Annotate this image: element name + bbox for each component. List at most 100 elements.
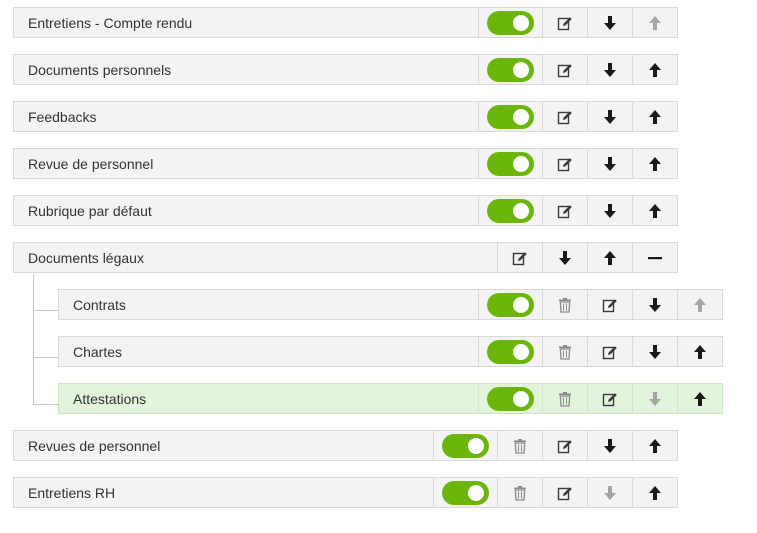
edit-button[interactable]: [587, 337, 632, 366]
arrow-down-icon: [648, 344, 662, 360]
arrow-up-icon: [648, 203, 662, 219]
move-up-button[interactable]: [632, 8, 677, 37]
enabled-toggle[interactable]: [487, 292, 534, 317]
arrow-down-icon: [603, 438, 617, 454]
edit-icon: [557, 485, 573, 501]
edit-button[interactable]: [542, 8, 587, 37]
arrow-up-icon: [648, 15, 662, 31]
edit-button[interactable]: [587, 384, 632, 413]
category-row-chartes: Chartes: [58, 336, 723, 367]
edit-icon: [557, 15, 573, 31]
move-up-button[interactable]: [632, 196, 677, 225]
edit-button[interactable]: [542, 196, 587, 225]
move-down-button[interactable]: [632, 384, 677, 413]
enabled-toggle[interactable]: [487, 10, 534, 35]
trash-icon: [558, 344, 572, 360]
edit-button[interactable]: [542, 149, 587, 178]
arrow-up-icon: [648, 109, 662, 125]
move-down-button[interactable]: [587, 149, 632, 178]
move-up-button[interactable]: [587, 243, 632, 272]
edit-button[interactable]: [497, 243, 542, 272]
category-row-revues-de-personnel: Revues de personnel: [13, 430, 678, 461]
move-down-button[interactable]: [587, 431, 632, 460]
move-down-button[interactable]: [632, 290, 677, 319]
tree-connector-chartes: [33, 357, 58, 358]
delete-button[interactable]: [542, 337, 587, 366]
category-row-documents-legaux: Documents légaux: [13, 242, 678, 273]
enabled-toggle[interactable]: [487, 57, 534, 82]
arrow-up-icon: [693, 344, 707, 360]
move-down-button[interactable]: [587, 55, 632, 84]
arrow-down-icon: [603, 62, 617, 78]
enabled-toggle[interactable]: [487, 339, 534, 364]
tree-connector-vertical: [33, 274, 34, 404]
move-up-button[interactable]: [677, 290, 722, 319]
category-row-attestations: Attestations: [58, 383, 723, 414]
tree-connector-contrats: [33, 310, 58, 311]
edit-button[interactable]: [542, 431, 587, 460]
edit-icon: [512, 250, 528, 266]
arrow-down-icon: [603, 156, 617, 172]
move-up-button[interactable]: [677, 384, 722, 413]
edit-button[interactable]: [542, 102, 587, 131]
arrow-down-icon: [603, 485, 617, 501]
tree-connector-attestations: [33, 404, 58, 405]
category-row-revue-de-personnel: Revue de personnel: [13, 148, 678, 179]
edit-button[interactable]: [542, 478, 587, 507]
move-up-button[interactable]: [632, 149, 677, 178]
arrow-up-icon: [648, 62, 662, 78]
delete-button[interactable]: [497, 478, 542, 507]
enabled-toggle[interactable]: [442, 433, 489, 458]
enabled-toggle[interactable]: [487, 386, 534, 411]
enabled-toggle[interactable]: [487, 104, 534, 129]
collapse-button[interactable]: [632, 243, 677, 272]
arrow-down-icon: [603, 203, 617, 219]
edit-icon: [602, 297, 618, 313]
arrow-down-icon: [648, 391, 662, 407]
category-row-rubrique-par-defaut: Rubrique par défaut: [13, 195, 678, 226]
arrow-up-icon: [648, 156, 662, 172]
category-label: Chartes: [73, 343, 123, 360]
move-down-button[interactable]: [587, 478, 632, 507]
move-up-button[interactable]: [632, 478, 677, 507]
arrow-down-icon: [648, 297, 662, 313]
edit-icon: [557, 156, 573, 172]
category-row-entretiens-rh: Entretiens RH: [13, 477, 678, 508]
category-label: Entretiens - Compte rendu: [28, 14, 193, 31]
arrow-up-icon: [648, 485, 662, 501]
category-label: Revue de personnel: [28, 155, 154, 172]
trash-icon: [558, 297, 572, 313]
delete-button[interactable]: [497, 431, 542, 460]
move-down-button[interactable]: [587, 8, 632, 37]
trash-icon: [513, 485, 527, 501]
category-label: Revues de personnel: [28, 437, 161, 454]
edit-icon: [557, 109, 573, 125]
move-up-button[interactable]: [632, 55, 677, 84]
move-up-button[interactable]: [677, 337, 722, 366]
category-label: Feedbacks: [28, 108, 97, 125]
edit-button[interactable]: [542, 55, 587, 84]
edit-icon: [557, 438, 573, 454]
move-down-button[interactable]: [587, 102, 632, 131]
delete-button[interactable]: [542, 290, 587, 319]
trash-icon: [558, 391, 572, 407]
arrow-down-icon: [603, 109, 617, 125]
enabled-toggle[interactable]: [442, 480, 489, 505]
move-up-button[interactable]: [632, 431, 677, 460]
minus-icon: [647, 250, 663, 266]
move-up-button[interactable]: [632, 102, 677, 131]
enabled-toggle[interactable]: [487, 151, 534, 176]
delete-button[interactable]: [542, 384, 587, 413]
arrow-up-icon: [693, 391, 707, 407]
arrow-down-icon: [558, 250, 572, 266]
trash-icon: [513, 438, 527, 454]
category-label: Contrats: [73, 296, 126, 313]
move-down-button[interactable]: [542, 243, 587, 272]
category-label: Documents légaux: [28, 249, 144, 266]
move-down-button[interactable]: [587, 196, 632, 225]
edit-icon: [602, 344, 618, 360]
edit-button[interactable]: [587, 290, 632, 319]
enabled-toggle[interactable]: [487, 198, 534, 223]
move-down-button[interactable]: [632, 337, 677, 366]
category-row-entretiens-compte-rendu: Entretiens - Compte rendu: [13, 7, 678, 38]
